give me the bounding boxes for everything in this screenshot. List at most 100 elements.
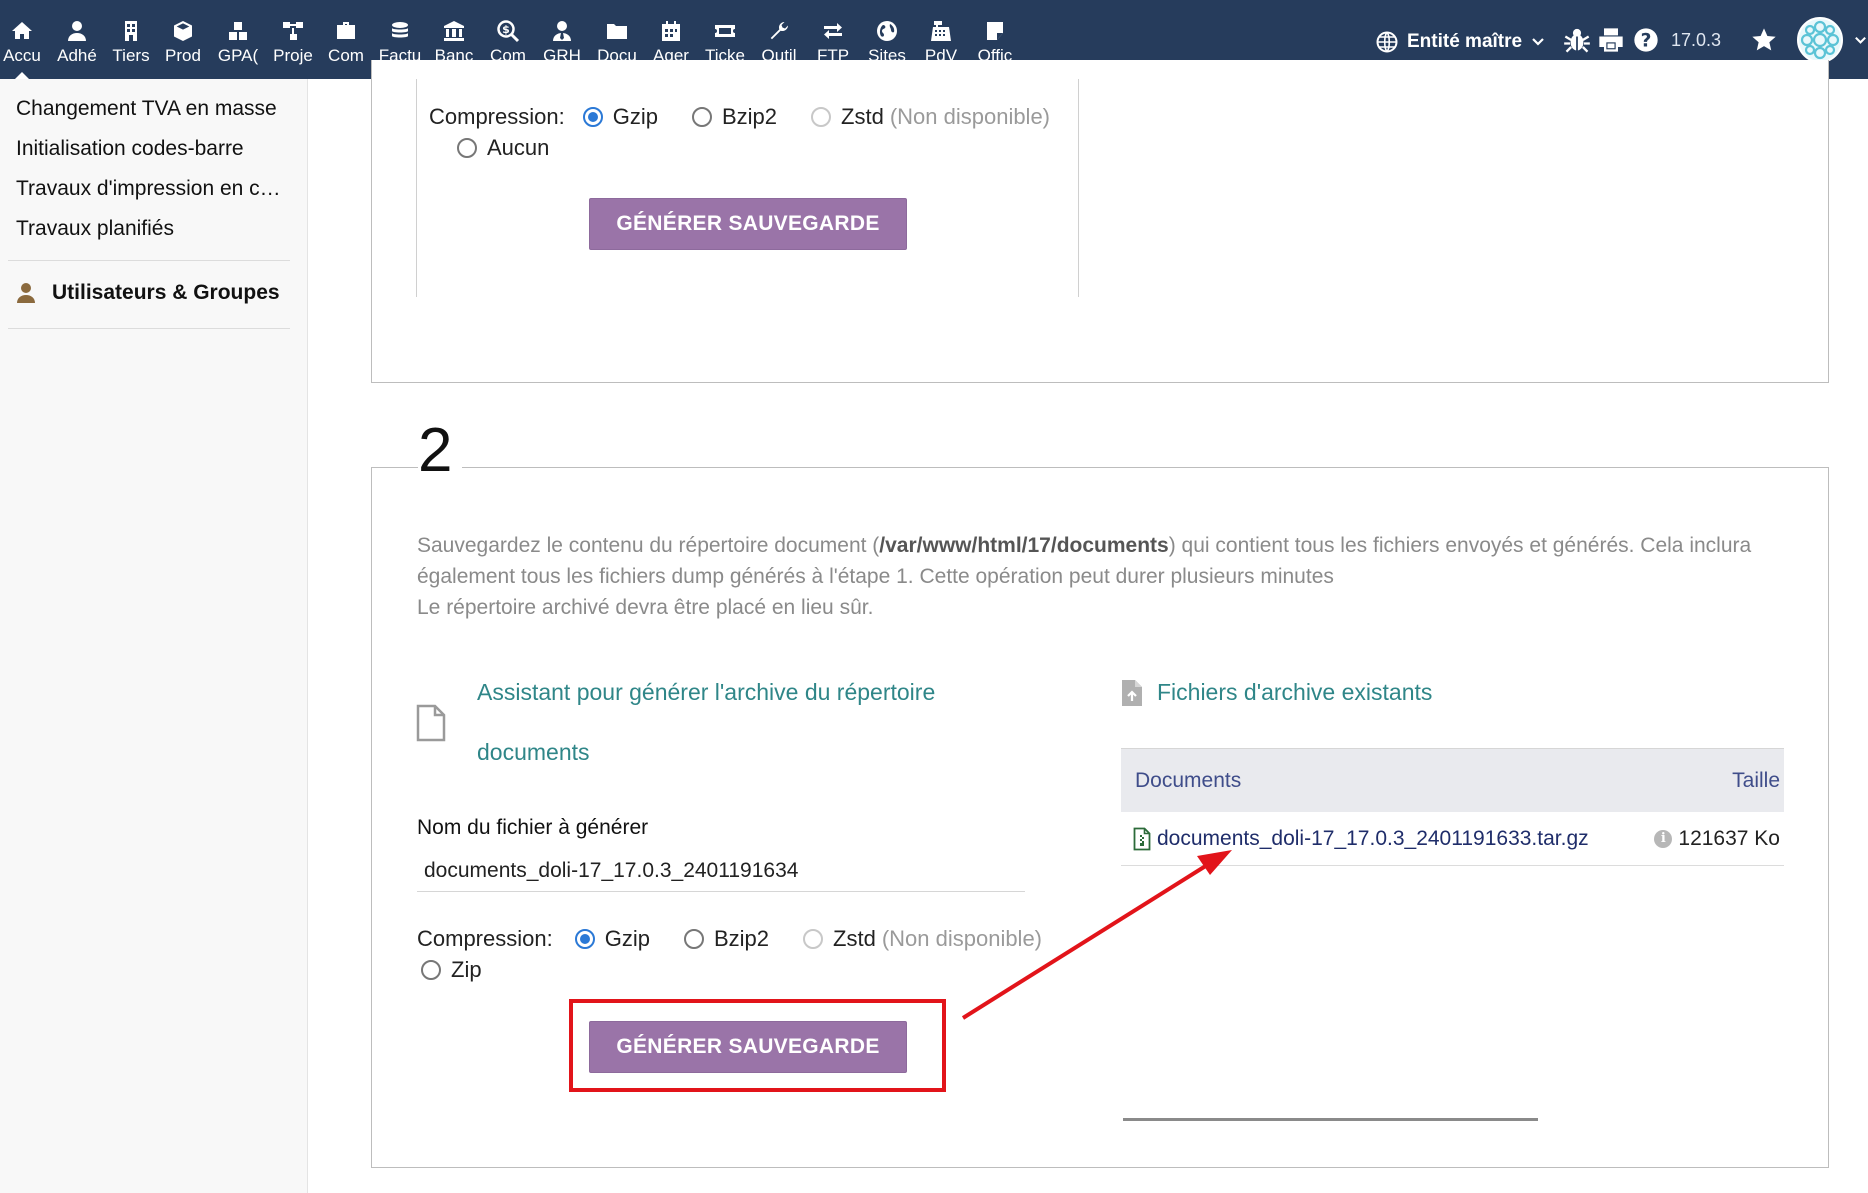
bank-icon <box>444 21 464 41</box>
sidebar-item-barcode-init[interactable]: Initialisation codes-barre <box>16 137 290 161</box>
project-icon <box>283 22 303 40</box>
table-row: documents_doli-17_17.0.3_2401191633.tar.… <box>1121 812 1784 866</box>
menu-label: GPA( <box>217 46 259 65</box>
chevron-down-icon[interactable] <box>1853 33 1868 48</box>
menu-label: Prod <box>165 46 201 65</box>
step1-generate-backup-button[interactable]: GÉNÉRER SAUVEGARDE <box>589 198 907 250</box>
menu-home[interactable]: Accu <box>0 0 44 79</box>
step1-radio-gzip[interactable]: Gzip <box>582 104 658 130</box>
cash-register-icon <box>931 21 951 41</box>
step2-compression-group: Compression: Gzip Bzip2 Zstd (Non disponi… <box>417 926 1076 952</box>
column-size[interactable]: Taille <box>1732 769 1780 793</box>
step2-radio-bzip2[interactable]: Bzip2 <box>683 926 769 952</box>
filename-label: Nom du fichier à générer <box>417 816 649 839</box>
sidebar-divider <box>8 260 290 261</box>
step1-radio-bzip2[interactable]: Bzip2 <box>691 104 777 130</box>
step1-radio-none[interactable]: Aucun <box>457 135 549 161</box>
step2-radio-gzip[interactable]: Gzip <box>574 926 650 952</box>
svg-text:?: ? <box>1641 30 1652 51</box>
calendar-icon <box>662 21 680 41</box>
user-icon <box>17 283 35 303</box>
sidebar-item-scheduled-jobs[interactable]: Travaux planifiés <box>16 217 290 241</box>
step2-compression-group-row2: Zip <box>421 957 516 983</box>
sidebar-item-print-jobs[interactable]: Travaux d'impression en cours <box>16 177 290 201</box>
help-icon[interactable]: ? <box>1632 26 1660 54</box>
user-tie-icon <box>553 21 571 41</box>
menu-label: Com <box>328 46 364 65</box>
archive-file-icon <box>1133 827 1151 850</box>
folder-icon <box>607 24 627 39</box>
radio-unchecked-icon <box>683 929 704 949</box>
step1-compression-group: Compression: Gzip Bzip2 Zstd (Non disponi… <box>429 104 1084 130</box>
menu-commercial[interactable]: Com <box>323 0 369 79</box>
sticky-note-icon <box>987 22 1003 40</box>
wrench-icon <box>770 21 789 40</box>
step1-radio-zstd: Zstd (Non disponible) <box>811 104 1050 130</box>
menu-label: Adhé <box>57 46 97 65</box>
radio-checked-icon <box>574 929 595 949</box>
menu-projects[interactable]: Proje <box>270 0 316 79</box>
menu-label: Accu <box>3 46 41 65</box>
bug-icon[interactable] <box>1563 26 1591 54</box>
coins-icon <box>392 22 408 38</box>
menu-members[interactable]: Adhé <box>54 0 100 79</box>
avatar-pattern-icon <box>1800 20 1840 60</box>
left-sidebar: Changement TVA en masse Initialisation c… <box>0 79 308 1193</box>
unavailable-note: (Non disponible) <box>889 104 1051 129</box>
radio-disabled-icon <box>803 929 824 949</box>
radio-unchecked-icon <box>691 107 712 127</box>
svg-text:$: $ <box>502 23 510 36</box>
radio-unchecked-icon <box>421 960 441 980</box>
exchange-icon <box>824 23 842 39</box>
globe-icon <box>1376 31 1398 53</box>
chevron-down-icon <box>1532 38 1544 46</box>
sidebar-divider <box>8 328 290 329</box>
highlight-box <box>569 999 946 1092</box>
version-label: 17.0.3 <box>1671 30 1722 50</box>
home-icon <box>12 22 32 39</box>
info-icon[interactable]: i <box>1654 829 1673 848</box>
building-icon <box>125 21 137 41</box>
step-number: 2 <box>418 420 463 482</box>
file-icon <box>416 704 446 742</box>
step1-compression-group-row2: Aucun <box>457 135 583 161</box>
step2-radio-zstd: Zstd (Non disponible) <box>803 926 1042 952</box>
archive-file-name: documents_doli-17_17.0.3_2401191633.tar.… <box>1157 826 1589 850</box>
menu-products[interactable]: Prod <box>161 0 205 79</box>
menu-gpao[interactable]: GPA( <box>215 0 261 79</box>
documents-path: /var/www/html/17/documents <box>879 534 1169 557</box>
entity-label: Entité maître <box>1407 31 1523 52</box>
filename-input[interactable] <box>417 850 1025 892</box>
star-icon[interactable] <box>1750 26 1778 54</box>
existing-archives-title: Fichiers d'archive existants <box>1157 679 1433 705</box>
active-caret <box>15 72 29 79</box>
step2-description: Sauvegardez le contenu du répertoire doc… <box>417 534 1752 619</box>
radio-unchecked-icon <box>457 138 477 158</box>
radio-checked-icon <box>582 107 603 127</box>
menu-label: Tiers <box>112 46 150 65</box>
member-icon <box>68 21 86 41</box>
sidebar-item-vat-change[interactable]: Changement TVA en masse <box>16 97 290 121</box>
compression-label: Compression: <box>417 926 553 951</box>
table-header: Documents Taille <box>1121 748 1784 812</box>
step1-column-divider-left <box>416 79 417 297</box>
step2-radio-zip[interactable]: Zip <box>421 957 482 983</box>
avatar[interactable] <box>1797 17 1843 63</box>
radio-disabled-icon <box>811 107 832 127</box>
unavailable-note: (Non disponible) <box>881 926 1043 951</box>
archive-file-link[interactable]: documents_doli-17_17.0.3_2401191633.tar.… <box>1133 827 1589 851</box>
column-documents[interactable]: Documents <box>1135 769 1241 793</box>
cubes-icon <box>229 22 247 40</box>
briefcase-icon <box>337 22 355 39</box>
menu-thirdparties[interactable]: Tiers <box>108 0 154 79</box>
ticket-icon <box>715 25 735 37</box>
sidebar-item-label: Utilisateurs & Groupes <box>52 281 280 304</box>
divider-line <box>1123 1118 1538 1121</box>
sidebar-item-users-groups[interactable]: Utilisateurs & Groupes <box>14 281 294 305</box>
print-icon[interactable] <box>1597 26 1625 54</box>
file-upload-icon <box>1122 680 1142 706</box>
entity-selector[interactable]: Entité maître <box>1375 27 1546 57</box>
compression-label: Compression: <box>429 104 565 129</box>
archive-files-table: Documents Taille documents_doli-17_17.0.… <box>1121 748 1784 866</box>
globe-icon <box>877 21 897 41</box>
